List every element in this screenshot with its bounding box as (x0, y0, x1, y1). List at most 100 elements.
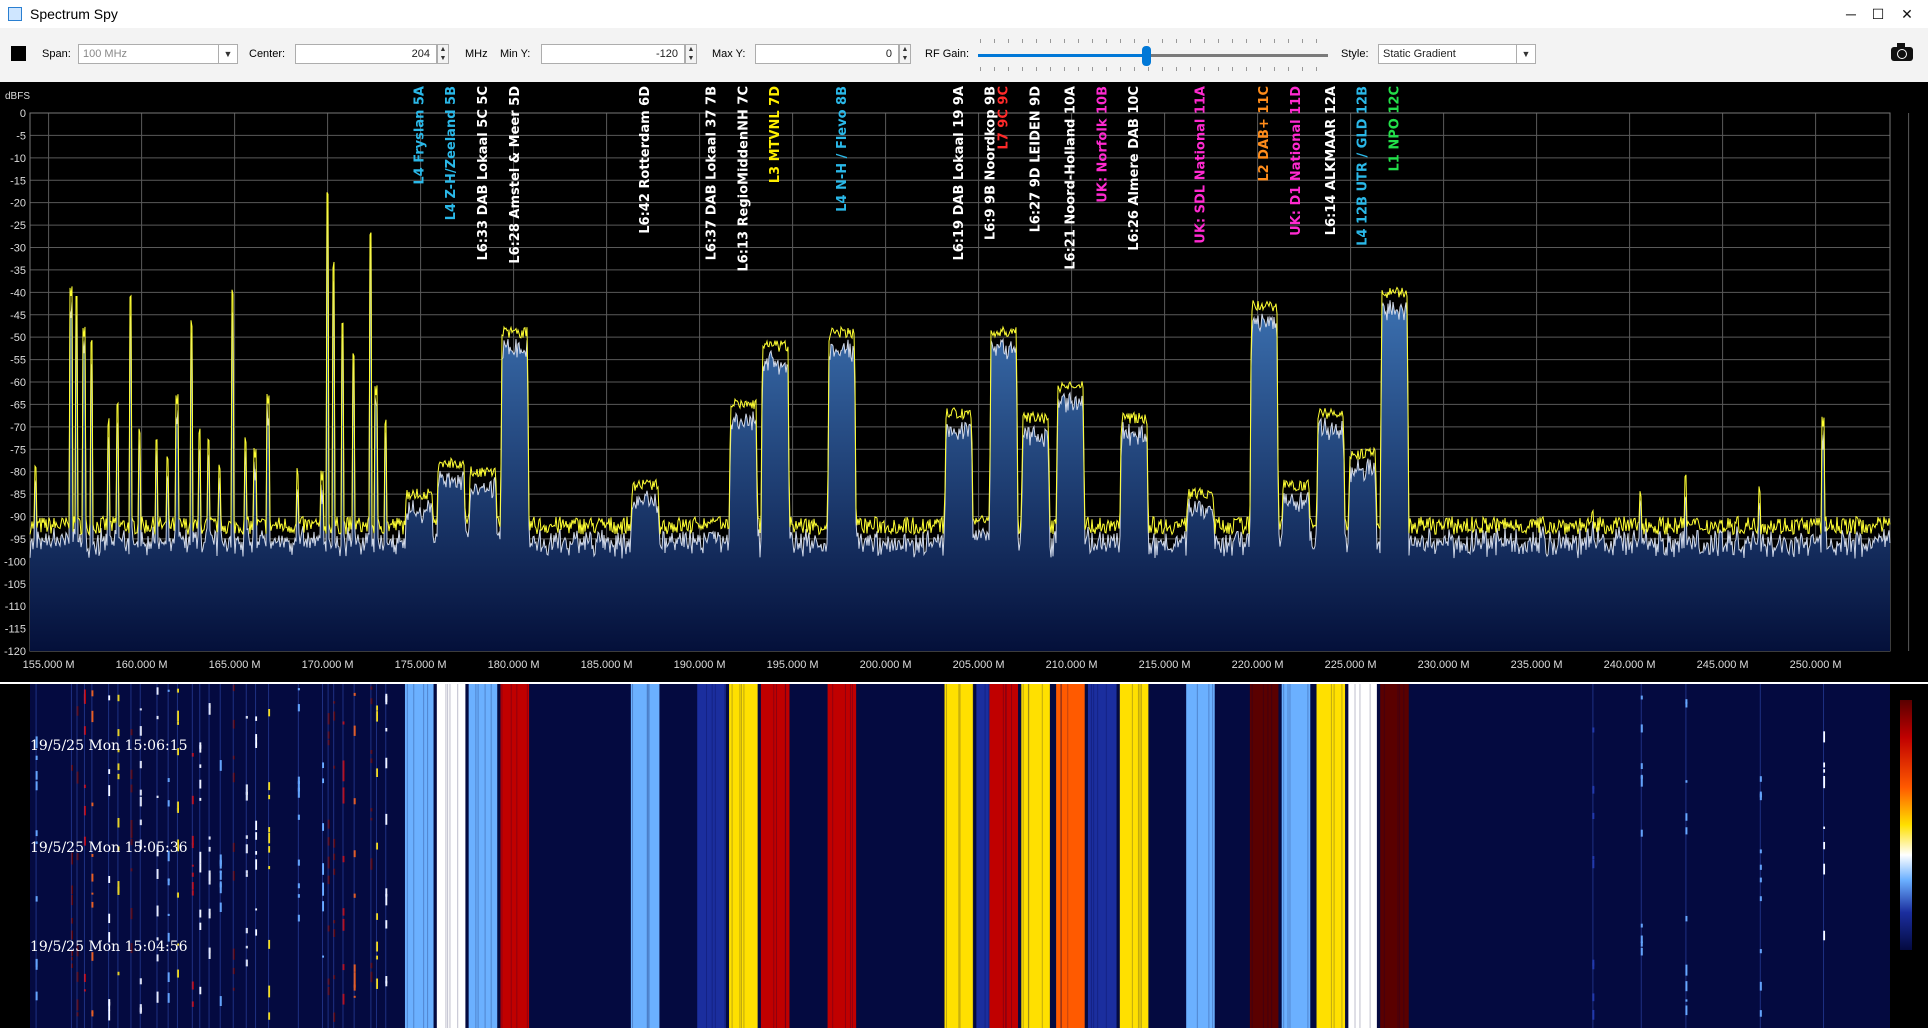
waterfall-texture (1307, 684, 1309, 1028)
y-tick-label: -75 (10, 444, 26, 456)
maxy-value: 0 (885, 48, 892, 60)
waterfall-texture (739, 684, 741, 1028)
center-label: Center: (249, 48, 286, 60)
y-tick-label: -60 (10, 377, 26, 389)
waterfall-texture (1060, 684, 1062, 1028)
waterfall[interactable]: 19/5/25 Mon 15:06:15 19/5/25 Mon 15:05:3… (0, 684, 1928, 1028)
waterfall-spike-line (1759, 684, 1761, 1028)
y-tick-label: -15 (10, 175, 26, 187)
waterfall-texture (1344, 684, 1346, 1028)
waterfall-spike-line (139, 684, 141, 1028)
waterfall-timestamp: 19/5/25 Mon 15:06:15 (30, 738, 188, 754)
waterfall-texture (413, 684, 415, 1028)
waterfall-texture (724, 684, 726, 1028)
waterfall-texture (849, 684, 851, 1028)
style-label: Style: (1341, 48, 1369, 60)
maximize-button[interactable]: ☐ (1863, 3, 1893, 25)
channel-label: L7 9C 9C (997, 86, 1012, 150)
miny-input[interactable]: -120 (541, 44, 685, 64)
waterfall-texture (844, 684, 846, 1028)
y-tick-label: -40 (10, 287, 26, 299)
center-stepper[interactable]: ▲ ▼ (437, 44, 449, 64)
waterfall-texture (1214, 684, 1216, 1028)
waterfall-texture (945, 684, 947, 1028)
waterfall-texture (501, 684, 503, 1028)
waterfall-channel-band (1281, 684, 1311, 1028)
waterfall-texture (972, 684, 974, 1028)
center-input[interactable]: 204 (295, 44, 437, 64)
toolbar: Span: 100 MHz ▼ Center: 204 ▲ ▼ MHz Min Y… (0, 28, 1928, 82)
y-tick-label: -70 (10, 422, 26, 434)
waterfall-channel-band (404, 684, 434, 1028)
minimize-button[interactable]: ─ (1836, 3, 1866, 25)
maxy-stepper[interactable]: ▲ ▼ (899, 44, 911, 64)
waterfall-texture (851, 684, 853, 1028)
y-tick-label: -95 (10, 534, 26, 546)
maxy-input[interactable]: 0 (755, 44, 899, 64)
waterfall-channel-band (1348, 684, 1377, 1028)
x-tick-label: 230.000 M (1418, 659, 1470, 671)
waterfall-spike-line (176, 684, 178, 1028)
channel-label: L6:28 Amstel & Meer 5D (508, 86, 523, 264)
rfgain-slider-fill (978, 54, 1146, 57)
waterfall-channel-band (1249, 684, 1279, 1028)
waterfall-texture (1399, 684, 1401, 1028)
waterfall-texture (1267, 684, 1269, 1028)
waterfall-texture (647, 684, 649, 1028)
slider-ticks (980, 67, 1328, 71)
waterfall-texture (449, 684, 451, 1028)
style-value: Static Gradient (1383, 48, 1456, 60)
waterfall-spike-line (208, 684, 210, 1028)
channel-label: L4 N-H / Flevo 8B (835, 86, 850, 212)
waterfall-texture (1251, 684, 1253, 1028)
x-tick-label: 225.000 M (1325, 659, 1377, 671)
waterfall-texture (1212, 684, 1214, 1028)
span-value: 100 MHz (83, 48, 128, 60)
center-unit: MHz (465, 48, 488, 60)
channel-label: L4 Z-H/Zeeland 5B (444, 86, 459, 220)
waterfall-texture (1283, 684, 1285, 1028)
chevron-down-icon: ▼ (218, 45, 237, 63)
colormap-scale (1900, 700, 1912, 950)
waterfall-spike-line (108, 684, 110, 1028)
waterfall-texture (1139, 684, 1141, 1028)
span-label: Span: (42, 48, 71, 60)
waterfall-texture (1289, 684, 1291, 1028)
waterfall-texture (1131, 684, 1133, 1028)
waterfall-spike-line (322, 684, 324, 1028)
waterfall-spike-line (1592, 684, 1594, 1028)
channel-label: L3 MTVNL 7D (768, 86, 783, 183)
channel-label: L6:37 DAB Lokaal 37 7B (705, 86, 720, 260)
y-tick-label: 0 (20, 108, 26, 120)
channel-label: L2 DAB+ 11C (1257, 86, 1272, 182)
style-select[interactable]: Static Gradient ▼ (1378, 44, 1536, 64)
y-tick-label: -35 (10, 265, 26, 277)
channel-label: L6:26 Almere DAB 10C (1127, 86, 1142, 251)
waterfall-texture (484, 684, 486, 1028)
x-tick-label: 200.000 M (860, 659, 912, 671)
miny-stepper[interactable]: ▲ ▼ (685, 44, 697, 64)
waterfall-spike-line (83, 684, 85, 1028)
waterfall-spike-line (219, 684, 221, 1028)
waterfall-channel-band (1021, 684, 1050, 1028)
x-tick-label: 170.000 M (302, 659, 354, 671)
rfgain-slider-thumb[interactable] (1142, 46, 1151, 66)
waterfall-spike-line (117, 684, 119, 1028)
waterfall-texture (1196, 684, 1198, 1028)
waterfall-texture (516, 684, 518, 1028)
waterfall-spike-line (297, 684, 299, 1028)
span-select[interactable]: 100 MHz ▼ (78, 44, 238, 64)
color-swatch[interactable] (11, 46, 26, 61)
waterfall-texture (1097, 684, 1099, 1028)
waterfall-texture (1028, 684, 1030, 1028)
spectrum-plot[interactable]: dBFS 0 -5 -10 -15 -20 -25 -30 -35 -40 -45 -50 -55 -6… (0, 82, 1920, 682)
waterfall-texture (832, 684, 834, 1028)
waterfall-texture (1369, 684, 1371, 1028)
x-tick-label: 155.000 M (23, 659, 75, 671)
waterfall-channel-band (1119, 684, 1149, 1028)
camera-icon[interactable] (1891, 43, 1913, 61)
waterfall-channel-band (1316, 684, 1346, 1028)
y-tick-label: -90 (10, 512, 26, 524)
y-tick-label: -50 (10, 332, 26, 344)
close-button[interactable]: ✕ (1892, 3, 1922, 25)
